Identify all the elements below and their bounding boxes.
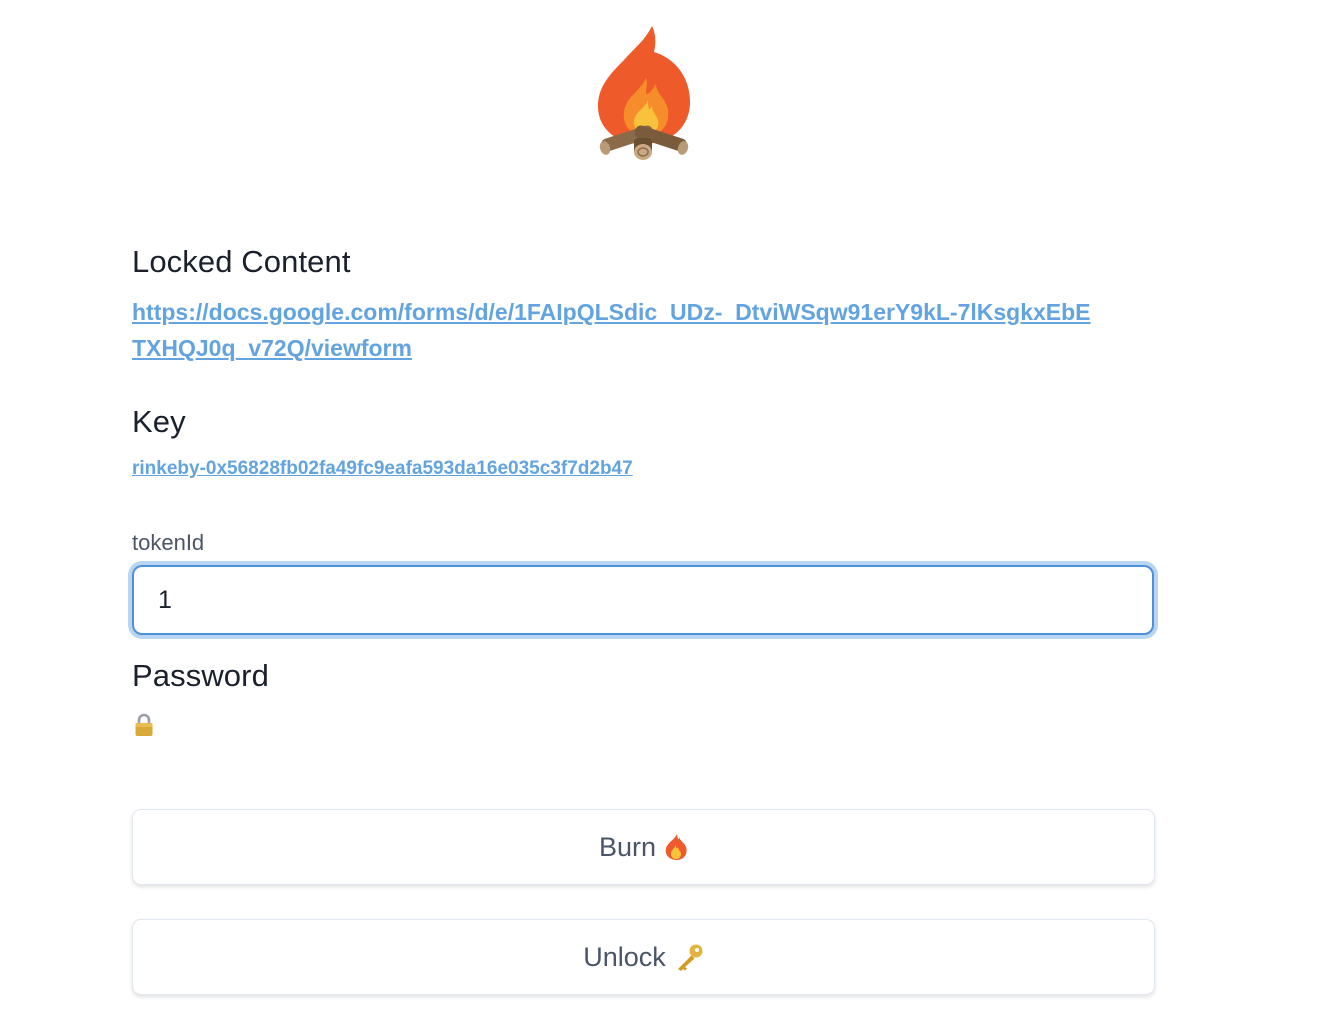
burn-button[interactable]: Burn (132, 809, 1155, 885)
password-heading: Password (132, 658, 269, 693)
key-heading: Key (132, 404, 186, 439)
token-id-label: tokenId (132, 530, 205, 555)
key-link[interactable]: rinkeby-0x56828fb02fa49fc9eafa593da16e03… (132, 457, 633, 481)
locked-content-heading: Locked Content (132, 244, 351, 279)
campfire-icon (598, 26, 690, 160)
fire-icon (665, 834, 687, 860)
key-icon (677, 944, 703, 971)
lock-icon (135, 713, 153, 736)
page: Locked Content https://docs.google.com/f… (0, 0, 1344, 1020)
burn-button-label: Burn (598, 831, 657, 862)
locked-content-link[interactable]: https://docs.google.com/forms/d/e/1FAIpQ… (132, 294, 1092, 366)
token-id-input[interactable] (132, 565, 1154, 635)
unlock-button[interactable]: Unlock (132, 919, 1155, 995)
unlock-button-label: Unlock (583, 941, 666, 972)
